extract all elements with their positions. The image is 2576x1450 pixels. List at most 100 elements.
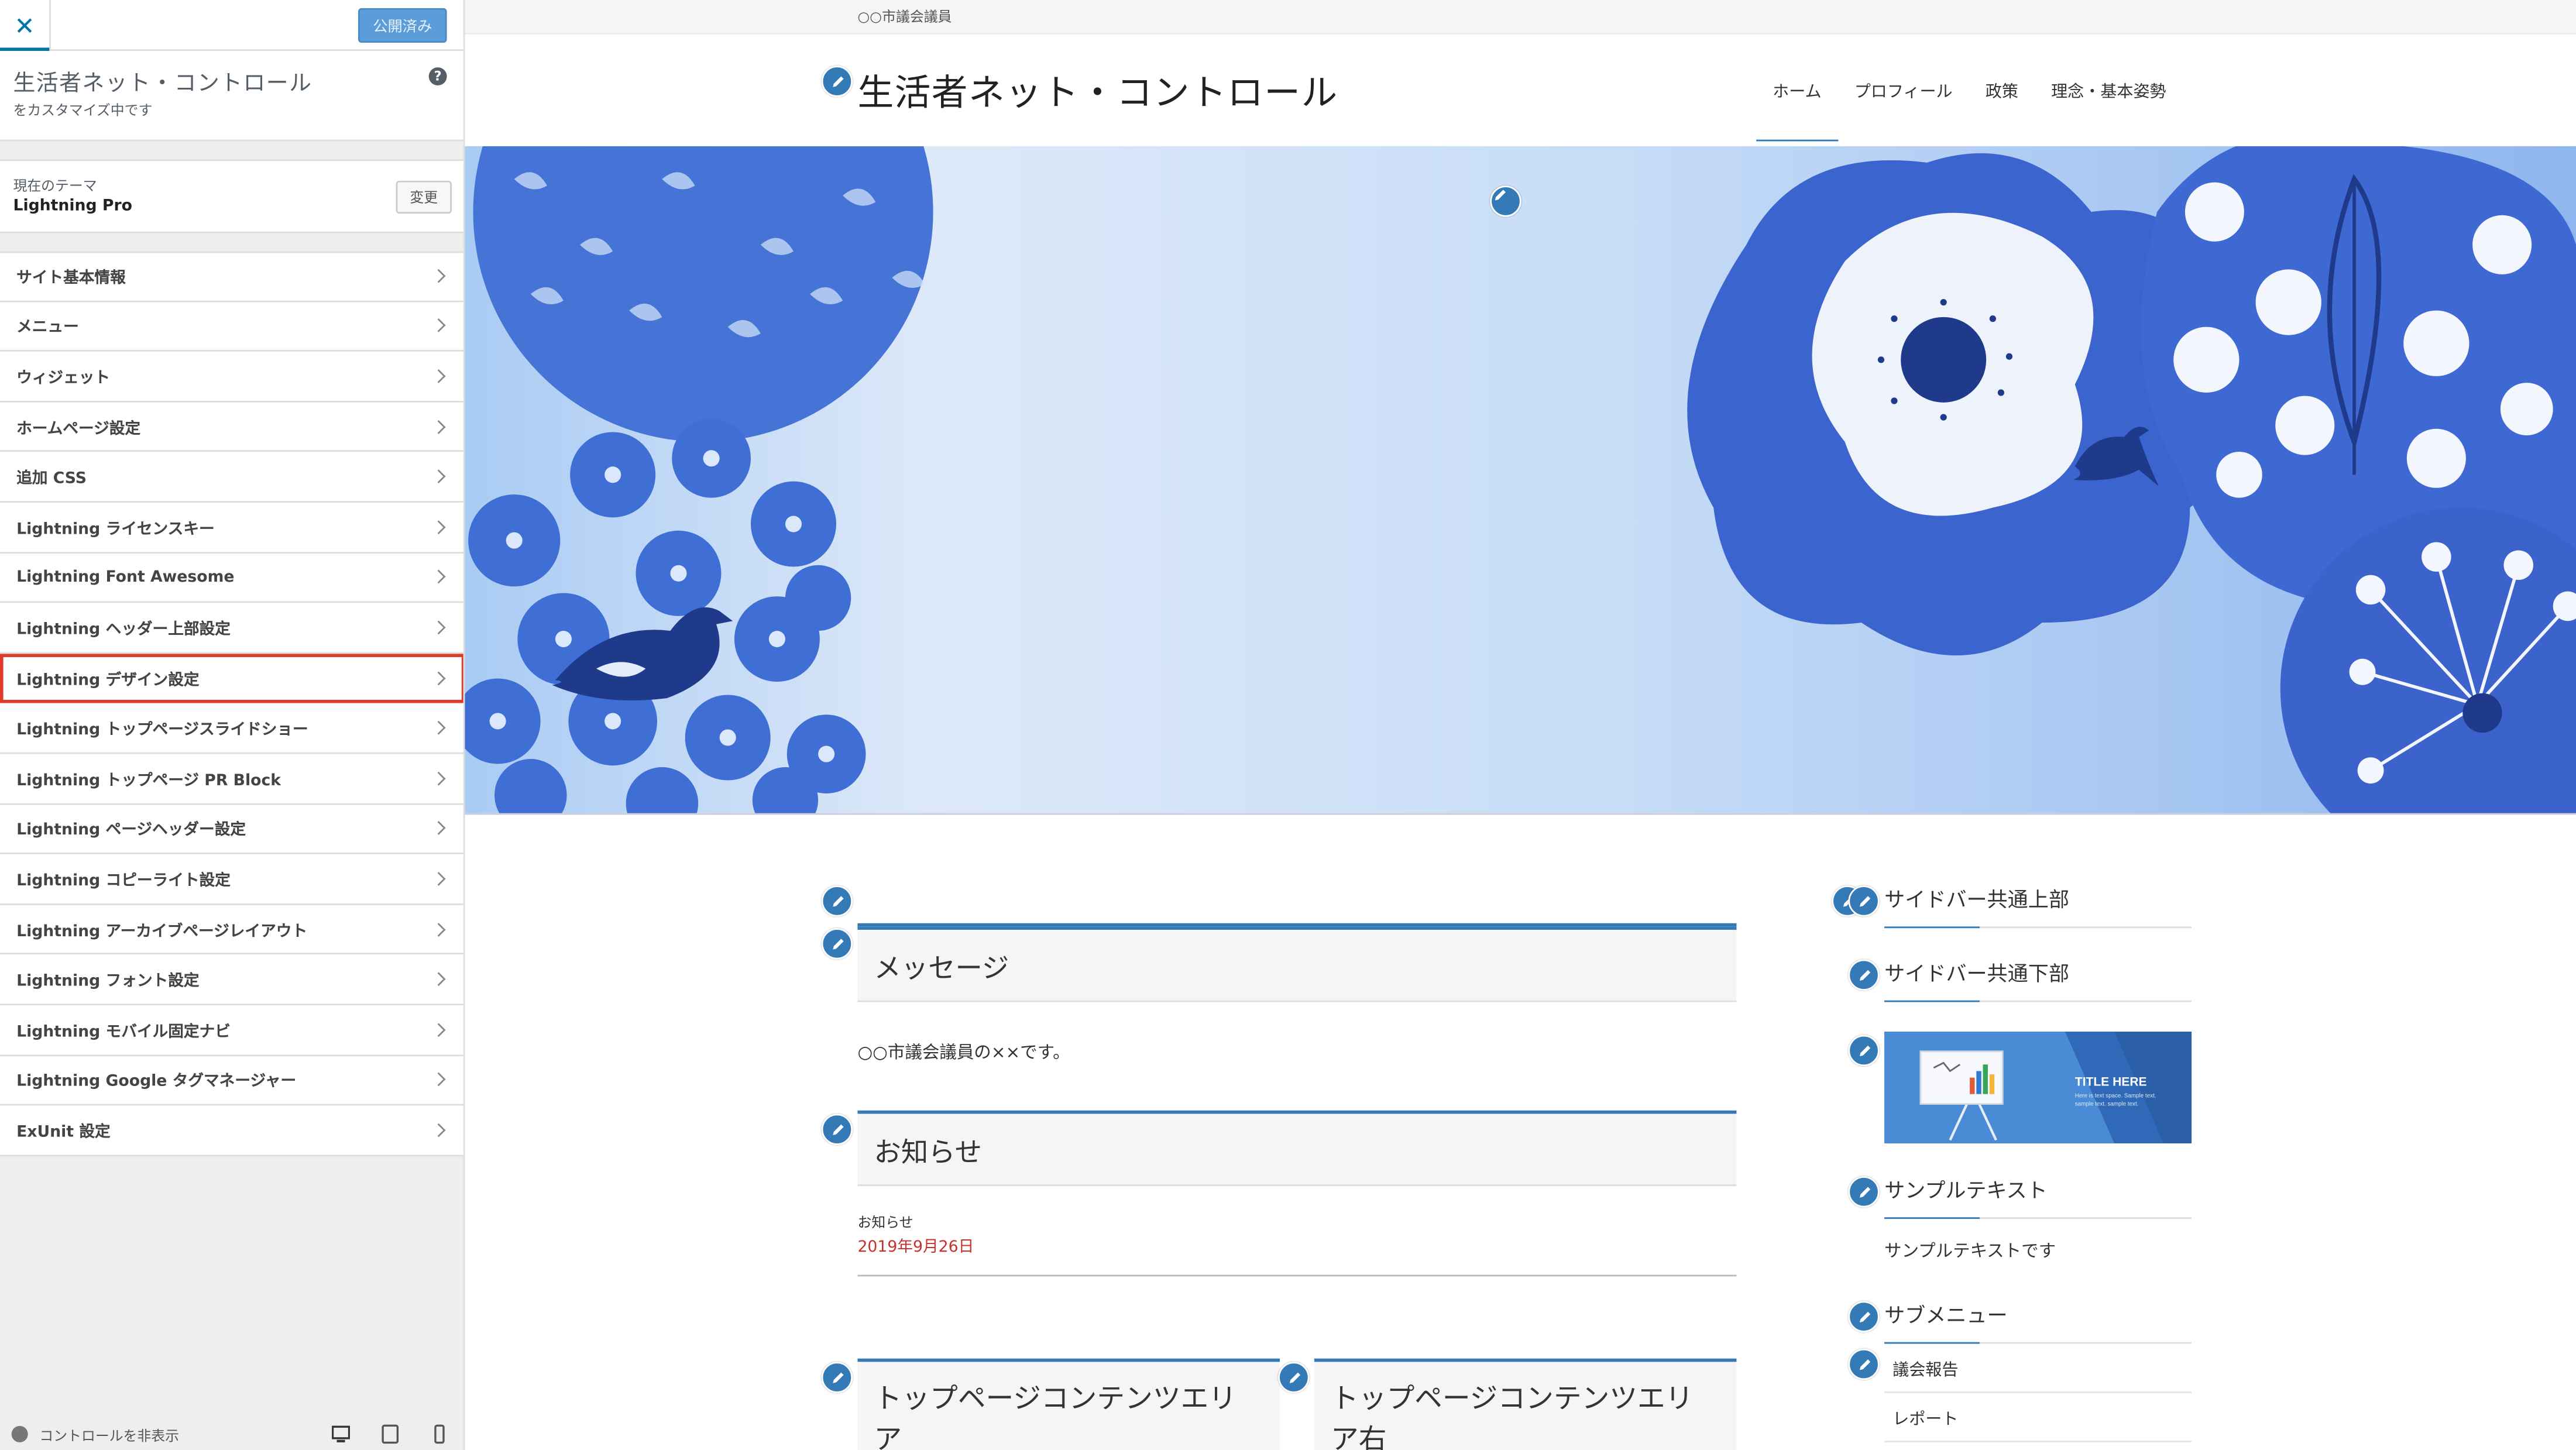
section-exunit[interactable]: ExUnit 設定 (0, 1105, 463, 1156)
section-label: ホームページ設定 (16, 420, 141, 438)
site-logo[interactable]: 生活者ネット・コントロール (857, 64, 1338, 116)
edit-submenu-pencil-icon[interactable] (1848, 1301, 1880, 1332)
chevron-right-icon (431, 1073, 446, 1087)
customizer-info: 生活者ネット・コントロール をカスタマイズ中です ? (0, 51, 463, 142)
site-header: 生活者ネット・コントロール ホーム プロフィール 政策 理念・基本姿勢 (465, 34, 2576, 146)
banner-small-text: Here is text space. Sample text. sample … (2074, 1092, 2156, 1107)
content-right-heading-line1: トップページコンテンツエリ (1330, 1383, 1694, 1416)
sample-text-title: サンプルテキスト (1884, 1173, 2192, 1219)
nav-item-profile[interactable]: プロフィール (1838, 69, 1969, 110)
edit-news-pencil-icon[interactable] (821, 1114, 853, 1145)
section-additional-css[interactable]: 追加 CSS (0, 452, 463, 503)
chevron-right-icon (431, 771, 446, 785)
section-tag-manager[interactable]: Lightning Google タグマネージャー (0, 1055, 463, 1106)
nav-item-philosophy[interactable]: 理念・基本姿勢 (2035, 69, 2183, 110)
section-label: Lightning ライセンスキー (16, 520, 215, 539)
edit-logo-pencil-icon[interactable] (821, 66, 853, 97)
edit-banner-pencil-icon[interactable] (1848, 1035, 1880, 1067)
section-copyright[interactable]: Lightning コピーライト設定 (0, 854, 463, 905)
section-font-awesome[interactable]: Lightning Font Awesome (0, 552, 463, 603)
section-label: メニュー (16, 319, 79, 338)
content-right-heading-line2: ア右 (1330, 1424, 1387, 1450)
chevron-right-icon (431, 721, 446, 735)
edit-slideshow-pencil-icon[interactable] (1490, 185, 1521, 217)
section-label: Lightning コピーライト設定 (16, 872, 231, 891)
nav-item-home[interactable]: ホーム (1756, 69, 1838, 142)
section-label: Lightning フォント設定 (16, 973, 200, 991)
customizer-panel: ✕ 公開済み 生活者ネット・コントロール をカスタマイズ中です ? 現在のテーマ… (0, 0, 465, 1450)
section-mobile-nav[interactable]: Lightning モバイル固定ナビ (0, 1005, 463, 1056)
section-label: サイト基本情報 (16, 270, 126, 288)
banner-title: TITLE HERE (2074, 1074, 2147, 1090)
section-slideshow[interactable]: Lightning トップページスライドショー (0, 703, 463, 754)
nav-item-policy[interactable]: 政策 (1969, 69, 2035, 110)
sidebar-banner[interactable]: TITLE HERE Here is text space. Sample te… (1884, 1032, 2192, 1143)
hide-controls-label[interactable]: コントロールを非表示 (39, 1426, 179, 1445)
site-title: 生活者ネット・コントロール (13, 70, 312, 97)
section-label: Lightning モバイル固定ナビ (16, 1023, 231, 1042)
section-design-settings[interactable]: Lightning デザイン設定 (0, 653, 463, 704)
customizer-header: ✕ 公開済み (0, 0, 463, 53)
theme-label: 現在のテーマ (13, 179, 97, 196)
help-icon[interactable]: ? (428, 67, 447, 85)
chevron-right-icon (431, 520, 446, 534)
section-widgets[interactable]: ウィジェット (0, 352, 463, 403)
desktop-preview-icon[interactable] (332, 1424, 350, 1444)
submenu-item-report[interactable]: 議会報告 (1884, 1344, 2192, 1393)
chevron-right-icon (431, 269, 446, 284)
edit-content-right-pencil-icon[interactable] (1278, 1362, 1310, 1393)
section-font-settings[interactable]: Lightning フォント設定 (0, 954, 463, 1005)
section-page-header[interactable]: Lightning ページヘッダー設定 (0, 804, 463, 855)
section-license-key[interactable]: Lightning ライセンスキー (0, 502, 463, 553)
section-archive-layout[interactable]: Lightning アーカイブページレイアウト (0, 905, 463, 955)
edit-sidebar-bottom-pencil-icon[interactable] (1848, 959, 1880, 991)
chevron-right-icon (431, 972, 446, 987)
section-header-top[interactable]: Lightning ヘッダー上部設定 (0, 603, 463, 654)
edit-sample-text-pencil-icon[interactable] (1848, 1176, 1880, 1208)
chevron-right-icon (431, 369, 446, 383)
news-heading: お知らせ (857, 1110, 1737, 1186)
edit-content-left-pencil-icon[interactable] (821, 1362, 853, 1393)
section-site-identity[interactable]: サイト基本情報 (0, 251, 463, 302)
section-label: ウィジェット (16, 369, 111, 388)
sidebar-bottom-title: サイドバー共通下部 (1884, 956, 2192, 1002)
section-label: Lightning アーカイブページレイアウト (16, 922, 308, 941)
leaf-ball-graphic (473, 146, 933, 442)
section-list: サイト基本情報 メニュー ウィジェット ホームページ設定 追加 CSS Ligh… (0, 251, 463, 1156)
publish-button[interactable]: 公開済み (358, 8, 447, 43)
site-description: ○○市議会議員 (857, 9, 952, 26)
content-left-heading-line1: トップページコンテンツエリ (874, 1383, 1237, 1416)
close-button[interactable]: ✕ (0, 0, 51, 53)
chevron-right-icon (431, 570, 446, 585)
section-label: Lightning デザイン設定 (16, 671, 200, 689)
chevron-right-icon (431, 419, 446, 434)
customizer-footer: コントロールを非表示 (0, 1416, 463, 1450)
content-left-heading-line2: ア (874, 1424, 902, 1450)
hide-controls-icon[interactable] (11, 1425, 28, 1442)
section-pr-block[interactable]: Lightning トップページ PR Block (0, 754, 463, 805)
section-label: ExUnit 設定 (16, 1123, 111, 1142)
edit-submenu-item-pencil-icon[interactable] (1848, 1348, 1880, 1380)
chevron-right-icon (431, 671, 446, 685)
theme-section: 現在のテーマ Lightning Pro 変更 (0, 159, 463, 233)
section-homepage-settings[interactable]: ホームページ設定 (0, 402, 463, 453)
tablet-preview-icon[interactable] (381, 1424, 399, 1444)
hero-slideshow-image (465, 146, 2576, 815)
section-menus[interactable]: メニュー (0, 301, 463, 352)
news-category: お知らせ (857, 1215, 913, 1232)
header-top-bar: ○○市議会議員 (465, 0, 2576, 35)
sample-text-body: サンプルテキストです (1884, 1242, 2056, 1262)
edit-widget-pencil-icon[interactable] (821, 885, 853, 917)
chevron-right-icon (431, 821, 446, 836)
section-label: Lightning トップページ PR Block (16, 771, 281, 790)
edit-message-pencil-icon[interactable] (821, 928, 853, 960)
submenu-item-repo[interactable]: レポート (1884, 1393, 2192, 1442)
news-date[interactable]: 2019年9月26日 (857, 1233, 974, 1257)
content-area-left: トップページコンテンツエリ ア (857, 1358, 1280, 1450)
mobile-preview-icon[interactable] (431, 1424, 449, 1444)
content-area-right: トップページコンテンツエリ ア右 (1314, 1358, 1737, 1450)
message-text: ○○市議会議員の××です。 (857, 1043, 1070, 1063)
edit-sidebar-top-pencil-icon-2[interactable] (1848, 885, 1880, 917)
change-theme-button[interactable]: 変更 (396, 180, 452, 214)
section-label: Lightning ヘッダー上部設定 (16, 621, 231, 639)
